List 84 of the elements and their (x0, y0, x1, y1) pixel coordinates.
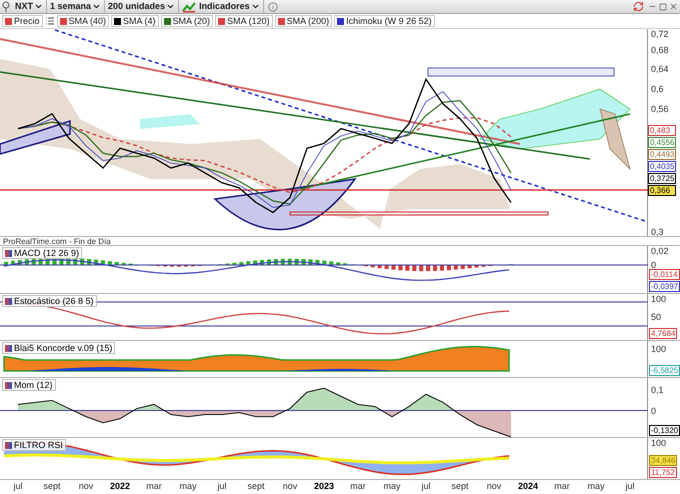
legend-label: SMA (4) (123, 16, 156, 26)
axis-tick-label: 0,56 (651, 104, 669, 114)
axis-tick-label: 0,72 (651, 29, 669, 39)
caret-icon (92, 2, 102, 11)
indicator-title: Blai5 Koncorde v.09 (15) (14, 343, 112, 353)
axis-tick-label: 0,1 (651, 385, 664, 396)
axis-date-label: may (588, 481, 604, 492)
value-tag: -6,5825 (649, 365, 680, 376)
axis-date-label: 2024 (518, 481, 538, 492)
axis-date-label: may (180, 481, 196, 492)
legend-item[interactable]: SMA (4) (111, 15, 159, 27)
legend-item[interactable]: SMA (20) (160, 15, 214, 27)
value-tag: 0,483 (648, 125, 676, 136)
axis-tick-label: 100 (651, 344, 666, 354)
axis-tick-label: 0 (651, 406, 656, 416)
axis-tick-label: 0 (651, 260, 656, 270)
source-label: ProRealTime.com - Fin de Día (2, 236, 111, 246)
indicator-swatch-icon (5, 344, 12, 352)
legend-item[interactable]: Ichimoku (W 9 26 52) (334, 15, 435, 27)
axis-tick-label: 100 (651, 438, 666, 448)
value-tag: 11,752 (649, 467, 678, 478)
caret-icon (250, 2, 260, 11)
axis-date-label: jul (626, 481, 634, 492)
value-tag: 0,366 (648, 185, 676, 196)
axis-tick-label: 0,64 (651, 64, 669, 74)
legend-item[interactable]: Precio (2, 15, 43, 27)
legend-label: Precio (14, 16, 40, 26)
axis-date-label: jul (14, 481, 22, 492)
chart-icon[interactable] (182, 0, 196, 12)
value-tag: 0,4556 (648, 137, 676, 148)
indicator-swatch-icon (5, 442, 12, 448)
caret-icon (166, 2, 176, 11)
value-tag: -0,0397 (649, 281, 680, 292)
legend-label: SMA (200) (286, 16, 330, 26)
value-tag: -0,0114 (649, 269, 680, 280)
legend-item[interactable]: SMA (120) (215, 15, 273, 27)
units-dropdown[interactable]: 200 unidades (105, 0, 180, 13)
legend-label: SMA (120) (227, 16, 270, 26)
indicator-swatch-icon (5, 382, 12, 388)
value-tag: -0,1320 (649, 425, 680, 436)
indicators-dropdown[interactable]: Indicadores (196, 0, 264, 13)
legend-item[interactable]: SMA (200) (274, 15, 332, 27)
axis-date-label: nov (486, 481, 502, 492)
maximize-icon[interactable] (659, 2, 667, 10)
axis-date-label: nov (78, 481, 94, 492)
indicator-swatch-icon (5, 250, 12, 256)
axis-date-label: mar (350, 481, 366, 492)
axis-tick-label: 0,6 (651, 84, 664, 94)
axis-tick-label: 0,02 (651, 246, 669, 256)
axis-tick-label: 0,3 (651, 227, 664, 237)
value-tag: 34,846 (649, 455, 678, 466)
caret-icon (34, 2, 43, 11)
axis-date-label: sept (248, 481, 264, 492)
legend-label: SMA (20) (172, 16, 210, 26)
axis-date-label: jul (218, 481, 226, 492)
axis-tick-label: 50 (651, 312, 662, 322)
value-tag: 4,7684 (649, 328, 678, 339)
axis-tick-label: 100 (651, 294, 666, 304)
indicator-title: Estocástico (26 8 5) (14, 296, 94, 306)
axis-date-label: 2022 (110, 481, 130, 492)
axis-date-label: mar (146, 481, 162, 492)
axis-tick-label: 0,68 (651, 44, 669, 55)
interval-dropdown[interactable]: 1 semana (47, 0, 106, 13)
close-icon[interactable] (669, 2, 678, 11)
axis-date-label: 2023 (314, 481, 334, 492)
legend-item[interactable]: SMA (40) (56, 15, 110, 27)
indicator-title: MACD (12 26 9) (14, 248, 80, 258)
axis-date-label: sept (44, 481, 60, 492)
indicator-title: FILTRO RSI (14, 440, 63, 450)
value-tag: 0,3725 (648, 173, 676, 184)
axis-date-label: mar (554, 481, 570, 492)
symbol-dropdown[interactable]: NXT (12, 0, 47, 13)
info-icon[interactable] (268, 2, 278, 12)
value-tag: 0,4493 (648, 149, 676, 160)
legend-label: SMA (40) (68, 16, 106, 26)
axis-date-label: jul (422, 481, 430, 492)
value-tag: 0,4035 (648, 161, 676, 172)
refresh-icon[interactable] (633, 1, 644, 12)
indicator-swatch-icon (5, 298, 12, 304)
axis-date-label: may (384, 481, 400, 492)
axis-date-label: sept (452, 481, 468, 492)
legend-label: Ichimoku (W 9 26 52) (346, 16, 432, 26)
indicator-title: Mom (12) (14, 380, 53, 390)
axis-date-label: nov (282, 481, 298, 492)
